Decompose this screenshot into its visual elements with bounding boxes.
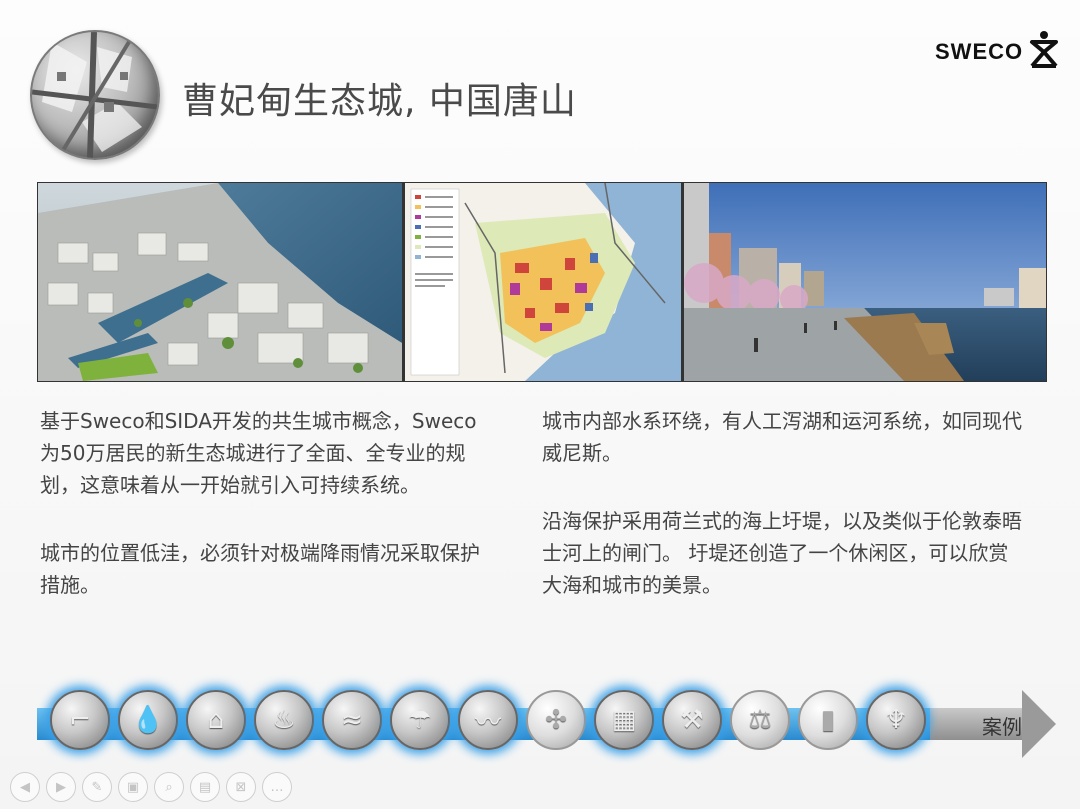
waves-icon[interactable]: 〰 xyxy=(458,690,518,750)
faucet-icon[interactable]: ⌐ xyxy=(50,690,110,750)
umbrella-icon[interactable]: ☂ xyxy=(390,690,450,750)
waterfront-promenade-image xyxy=(684,183,1046,381)
left-paragraph-2: 城市的位置低洼，必须针对极端降雨情况采取保护措施。 xyxy=(40,541,480,597)
more-icon[interactable]: … xyxy=(262,772,292,802)
case-label[interactable]: 案例 xyxy=(982,711,1022,740)
master-plan-map-image xyxy=(405,183,681,381)
scales-icon[interactable]: ⚖ xyxy=(730,690,790,750)
city-map-icon[interactable]: ▦ xyxy=(594,690,654,750)
left-paragraph-1: 基于Sweco和SIDA开发的共生城市概念，Sweco为50万居民的新生态城进行… xyxy=(40,409,477,497)
project-photos xyxy=(37,182,1047,382)
right-paragraph-1: 城市内部水系环绕，有人工泻湖和运河系统，如同现代威尼斯。 xyxy=(542,409,1022,465)
fire-icon[interactable]: ♨ xyxy=(254,690,314,750)
toilet-icon[interactable]: ⌂ xyxy=(186,690,246,750)
aerial-city-render-image xyxy=(38,183,402,381)
zoom-icon[interactable]: ⌕ xyxy=(154,772,184,802)
slideshow-controls: ◀ ▶ ✎ ▣ ⌕ ▤ ⊠… xyxy=(10,772,292,802)
water-drop-icon[interactable]: 💧 xyxy=(118,690,178,750)
trash-bin-icon[interactable]: ▮ xyxy=(798,690,858,750)
screen-off-icon[interactable]: ⊠ xyxy=(226,772,256,802)
swan-icon[interactable]: ♆ xyxy=(866,690,926,750)
crane-icon[interactable]: ⚒ xyxy=(662,690,722,750)
prev-slide-icon[interactable]: ◀ xyxy=(10,772,40,802)
right-text-column: 城市内部水系环绕，有人工泻湖和运河系统，如同现代威尼斯。 沿海保护采用荷兰式的海… xyxy=(542,405,1022,637)
pen-icon[interactable]: ✎ xyxy=(82,772,112,802)
next-slide-icon[interactable]: ▶ xyxy=(46,772,76,802)
wind-turbine-icon[interactable]: ✣ xyxy=(526,690,586,750)
page-title: 曹妃甸生态城, 中国唐山 xyxy=(182,81,577,122)
river-icon[interactable]: ≈ xyxy=(322,690,382,750)
subtitles-icon[interactable]: ▤ xyxy=(190,772,220,802)
arrow-right-icon xyxy=(1022,690,1056,758)
left-text-column: 基于Sweco和SIDA开发的共生城市概念，Sweco为50万居民的新生态城进行… xyxy=(40,405,490,637)
slides-grid-icon[interactable]: ▣ xyxy=(118,772,148,802)
sweco-logo: SWECO xyxy=(935,30,1059,68)
sweco-figure-icon xyxy=(1030,31,1059,68)
right-paragraph-2: 沿海保护采用荷兰式的海上圩堤，以及类似于伦敦泰晤士河上的闸门。 圩堤还创造了一个… xyxy=(542,509,1022,597)
city-map-logo-icon xyxy=(30,30,160,160)
brand-name: SWECO xyxy=(935,39,1024,64)
